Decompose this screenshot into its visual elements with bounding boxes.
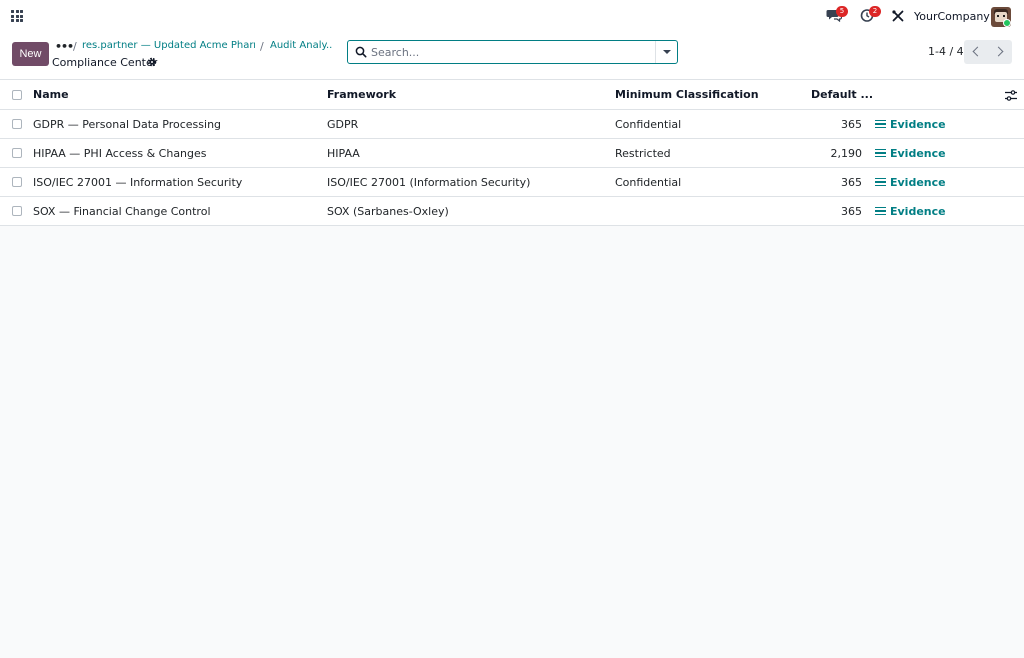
list-icon: [875, 206, 886, 216]
breadcrumb-overflow-button[interactable]: •••: [55, 40, 74, 53]
search-options-toggle[interactable]: [655, 41, 677, 63]
cell-default: 365: [841, 204, 862, 218]
row-checkbox[interactable]: [12, 206, 22, 216]
cell-min-classification: Restricted: [615, 146, 671, 160]
pager-previous-button[interactable]: [964, 40, 988, 64]
list-icon: [875, 119, 886, 129]
row-checkbox[interactable]: [12, 119, 22, 129]
breadcrumb-separator: /: [73, 40, 77, 53]
gear-icon[interactable]: [147, 57, 157, 67]
list-icon: [875, 148, 886, 158]
company-switcher[interactable]: YourCompany: [914, 10, 990, 23]
column-header-min-classification[interactable]: Minimum Classification: [615, 80, 759, 109]
table-row[interactable]: SOX — Financial Change Control SOX (Sarb…: [0, 197, 1024, 226]
search-icon: [355, 46, 367, 58]
apps-menu-icon[interactable]: [11, 10, 23, 22]
evidence-button[interactable]: Evidence: [875, 139, 946, 167]
control-panel: New ••• / res.partner — Updated Acme Pha…: [0, 33, 1024, 80]
online-status-indicator: [1003, 19, 1011, 27]
evidence-label: Evidence: [890, 175, 946, 189]
table-row[interactable]: HIPAA — PHI Access & Changes HIPAA Restr…: [0, 139, 1024, 168]
messages-button[interactable]: 5: [826, 6, 848, 26]
top-navbar: 5 2 YourCompany: [0, 0, 1024, 33]
activities-button[interactable]: 2: [860, 6, 881, 26]
cell-framework: ISO/IEC 27001 (Information Security): [327, 175, 531, 189]
breadcrumb-audit-link[interactable]: Audit Analy...: [270, 40, 332, 51]
cell-default: 365: [841, 117, 862, 131]
list-icon: [875, 177, 886, 187]
page-title: Compliance Center: [52, 56, 158, 69]
cell-default: 2,190: [830, 146, 863, 160]
column-header-default[interactable]: Default ...: [811, 80, 873, 109]
evidence-label: Evidence: [890, 117, 946, 131]
breadcrumb-separator: /: [260, 40, 264, 53]
table-row[interactable]: ISO/IEC 27001 — Information Security ISO…: [0, 168, 1024, 197]
messages-count-badge: 5: [836, 6, 848, 17]
chevron-right-icon: [993, 46, 1004, 57]
evidence-button[interactable]: Evidence: [875, 197, 946, 225]
evidence-label: Evidence: [890, 204, 946, 218]
row-checkbox[interactable]: [12, 177, 22, 187]
cell-min-classification: Confidential: [615, 117, 682, 131]
list-table: Name Framework Minimum Classification De…: [0, 80, 1024, 226]
cell-framework: HIPAA: [327, 146, 360, 160]
pager-next-button[interactable]: [988, 40, 1012, 64]
breadcrumb-partner-link[interactable]: res.partner — Updated Acme Pharm...: [82, 40, 255, 51]
row-checkbox[interactable]: [12, 148, 22, 158]
column-header-framework[interactable]: Framework: [327, 80, 396, 109]
cell-name: ISO/IEC 27001 — Information Security: [33, 175, 243, 189]
cell-name: SOX — Financial Change Control: [33, 204, 211, 218]
evidence-button[interactable]: Evidence: [875, 168, 946, 196]
pager-value[interactable]: 1-4 / 4: [928, 45, 964, 58]
table-row[interactable]: GDPR — Personal Data Processing GDPR Con…: [0, 110, 1024, 139]
search-bar: [347, 40, 678, 64]
cell-framework: SOX (Sarbanes-Oxley): [327, 204, 449, 218]
evidence-button[interactable]: Evidence: [875, 110, 946, 138]
search-input[interactable]: [371, 44, 651, 60]
optional-columns-icon[interactable]: [1005, 90, 1017, 101]
evidence-label: Evidence: [890, 146, 946, 160]
cell-min-classification: Confidential: [615, 175, 682, 189]
cell-name: HIPAA — PHI Access & Changes: [33, 146, 207, 160]
new-button[interactable]: New: [12, 42, 49, 66]
chevron-left-icon: [972, 46, 983, 57]
tools-icon: [892, 10, 904, 22]
debug-tools-button[interactable]: [892, 10, 910, 28]
activities-count-badge: 2: [869, 6, 881, 17]
cell-framework: GDPR: [327, 117, 359, 131]
cell-name: GDPR — Personal Data Processing: [33, 117, 222, 131]
table-header-row: Name Framework Minimum Classification De…: [0, 80, 1024, 110]
cell-default: 365: [841, 175, 862, 189]
select-all-checkbox[interactable]: [12, 89, 22, 100]
column-header-name[interactable]: Name: [33, 80, 69, 109]
